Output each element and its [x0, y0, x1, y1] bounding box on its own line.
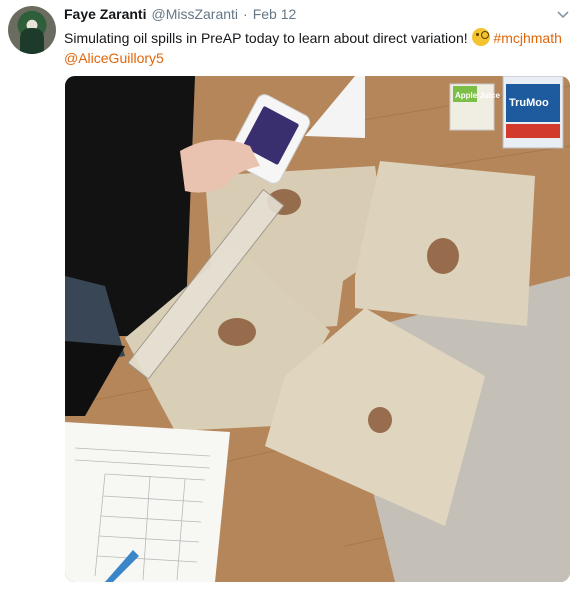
oil-spill-4	[368, 407, 392, 433]
oil-spill-2	[427, 238, 459, 274]
tweet-text: Simulating oil spills in PreAP today to …	[64, 28, 569, 68]
author-handle[interactable]: @MissZaranti	[151, 6, 238, 22]
oil-spill-3	[218, 318, 256, 346]
tweet-date[interactable]: Feb 12	[253, 6, 297, 22]
paper-towel-top-right	[355, 161, 535, 326]
tweet-header: Faye Zaranti @MissZaranti · Feb 12	[64, 6, 296, 26]
thinking-face-icon	[471, 28, 490, 46]
tweet-card[interactable]: Faye Zaranti @MissZaranti · Feb 12 Simul…	[0, 0, 578, 590]
tweet-photo[interactable]: Apple Juice TruMoo	[65, 76, 570, 582]
juice-box: Apple Juice	[449, 83, 500, 131]
separator-dot: ·	[243, 6, 248, 22]
mention-link[interactable]: @AliceGuillory5	[64, 50, 164, 66]
bottom-worksheet	[65, 422, 230, 582]
avatar[interactable]	[8, 6, 56, 54]
juice-box-label: Apple Juice	[455, 91, 500, 100]
chevron-down-icon[interactable]	[556, 8, 570, 22]
milk-carton-label: TruMoo	[509, 97, 549, 109]
milk-carton: TruMoo	[502, 76, 564, 149]
hashtag-link[interactable]: #mcjhmath	[493, 30, 561, 46]
tweet-text-main: Simulating oil spills in PreAP today to …	[64, 30, 472, 46]
author-name[interactable]: Faye Zaranti	[64, 6, 146, 22]
